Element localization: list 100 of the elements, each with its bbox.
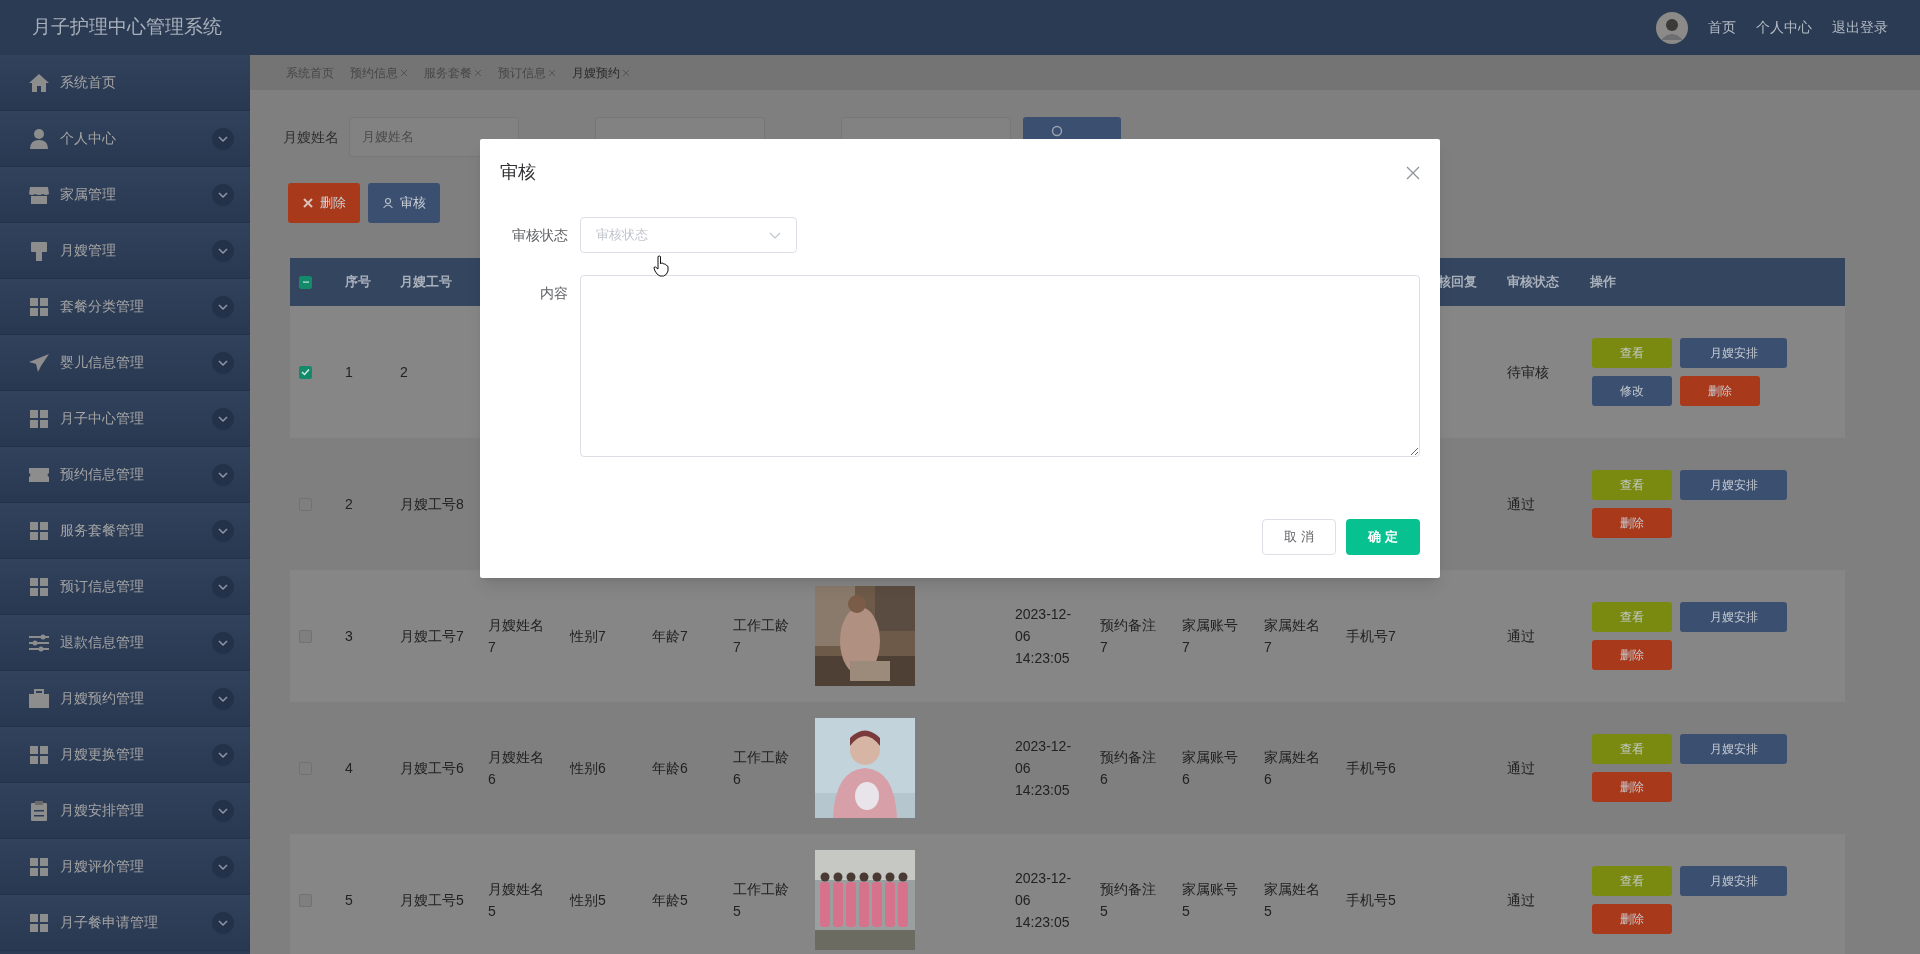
sidebar-item[interactable]: 预约信息管理	[0, 447, 250, 503]
nav-link[interactable]: 退出登录	[1832, 17, 1888, 38]
arrange-button[interactable]: 月嫂安排	[1680, 734, 1787, 764]
sidebar-item[interactable]: 月嫂预约管理	[0, 671, 250, 727]
table-cell-text: 预约备注5	[1099, 880, 1157, 921]
table-cell-text: 2023-12-06 14:23:05	[1014, 737, 1073, 800]
table-cell-text: 通过	[1506, 495, 1536, 514]
grid-icon	[28, 855, 50, 878]
sidebar-item[interactable]: 退款信息管理	[0, 615, 250, 671]
sidebar-item[interactable]: 月嫂管理	[0, 223, 250, 279]
table-cell-text: 预约备注6	[1099, 748, 1157, 789]
table-cell-text: 2	[344, 495, 354, 514]
table-cell-text: 家属账号6	[1181, 748, 1239, 789]
delete-button[interactable]: 删除	[1592, 508, 1672, 538]
column-header: 审核状态	[1506, 273, 1560, 292]
table-cell-text: 家属姓名7	[1263, 616, 1321, 657]
view-button[interactable]: 查看	[1592, 470, 1672, 500]
sidebar-item[interactable]: 月嫂安排管理	[0, 783, 250, 839]
table-cell-text: 性别7	[568, 627, 607, 646]
table-cell-text: 家属账号7	[1181, 616, 1239, 657]
delete-button[interactable]: 删除	[1592, 772, 1672, 802]
checkbox[interactable]	[299, 275, 312, 289]
table-row[interactable]: 5 月嫂工号5 月嫂姓名5 性别5 年龄5 工作工龄5 2023-12-06 14:23:05 预约备注5 家属账号5 家属姓名5 手机号5 通过 查看 月嫂安排 删除	[290, 834, 1845, 954]
table-cell-text: 工作工龄7	[732, 616, 790, 657]
arrange-button[interactable]: 月嫂安排	[1680, 602, 1787, 632]
sidebar-item[interactable]: 预订信息管理	[0, 559, 250, 615]
arrange-button[interactable]: 月嫂安排	[1680, 866, 1787, 896]
nav-link[interactable]: 个人中心	[1756, 17, 1812, 38]
sidebar-item[interactable]: 婴儿信息管理	[0, 335, 250, 391]
grid-icon	[28, 743, 50, 766]
table-cell-text: 家属姓名5	[1263, 880, 1321, 921]
table-cell-text: 工作工龄6	[732, 748, 790, 789]
table-cell-text: 年龄5	[651, 891, 689, 910]
sidebar-item[interactable]: 系统首页	[0, 55, 250, 111]
table-cell-text: 工作工龄5	[732, 880, 790, 921]
nav-link[interactable]: 首页	[1708, 17, 1736, 38]
view-button[interactable]: 查看	[1592, 338, 1672, 368]
table-cell-text: 3	[344, 627, 354, 646]
table-cell-text: 通过	[1506, 891, 1536, 910]
field-label: 内容	[539, 284, 569, 303]
dialog-title: 审核	[500, 161, 536, 184]
close-icon	[302, 197, 314, 209]
clipboard-icon	[28, 799, 50, 822]
delete-button[interactable]: 删除	[288, 183, 360, 223]
home-icon	[28, 71, 50, 94]
table-cell-text: 性别6	[568, 759, 607, 778]
confirm-button[interactable]: 确 定	[1346, 519, 1420, 555]
person-icon	[382, 197, 394, 209]
sidebar-item[interactable]: 月嫂更换管理	[0, 727, 250, 783]
search-icon	[1050, 125, 1064, 138]
table-cell-text: 月嫂姓名5	[487, 880, 545, 921]
paper-plane-icon	[28, 351, 50, 374]
column-header: 操作	[1589, 273, 1617, 292]
sidebar-item[interactable]: 家属管理	[0, 167, 250, 223]
sidebar-item[interactable]: 套餐分类管理	[0, 279, 250, 335]
hand-cursor-icon	[653, 255, 669, 277]
table-row[interactable]: 3 月嫂工号7 月嫂姓名7 性别7 年龄7 工作工龄7 2023-12-06 14:23:05 预约备注7 家属账号7 家属姓名7 手机号7 通过 查看 月嫂安排 删除	[290, 570, 1845, 702]
filter-label: 月嫂姓名	[283, 127, 339, 147]
avatar[interactable]	[1656, 11, 1688, 44]
arrange-button[interactable]: 月嫂安排	[1680, 470, 1787, 500]
table-cell-text: 月嫂姓名6	[487, 748, 545, 789]
table-cell-text: 4	[344, 759, 354, 778]
table-cell-text: 1	[344, 363, 354, 382]
table-cell-text: 2	[399, 363, 409, 382]
view-button[interactable]: 查看	[1592, 602, 1672, 632]
arrange-button[interactable]: 月嫂安排	[1680, 338, 1787, 368]
table-cell-text: 月嫂姓名7	[487, 616, 545, 657]
table-cell-text: 性别5	[568, 891, 607, 910]
sidebar-item[interactable]: 服务套餐管理	[0, 503, 250, 559]
close-icon	[1406, 165, 1420, 180]
checkbox[interactable]	[299, 365, 312, 379]
field-label: 审核状态	[511, 226, 569, 245]
delete-button[interactable]: 删除	[1680, 376, 1760, 406]
sidebar-item[interactable]: 月子餐申请管理	[0, 895, 250, 951]
close-button[interactable]	[1406, 165, 1420, 180]
review-button[interactable]: 审核	[368, 183, 440, 223]
sidebar-item[interactable]: 个人中心	[0, 111, 250, 167]
person-icon	[28, 127, 50, 150]
view-button[interactable]: 查看	[1592, 866, 1672, 896]
grid-icon	[28, 911, 50, 934]
column-header: 月嫂工号	[399, 273, 453, 292]
edit-button[interactable]: 修改	[1592, 376, 1672, 406]
chevron-down-icon	[769, 231, 781, 239]
tab[interactable]: 月嫂预约	[572, 63, 630, 82]
view-button[interactable]: 查看	[1592, 734, 1672, 764]
table-cell-text: 5	[344, 891, 354, 910]
grid-icon	[28, 295, 50, 318]
grid-icon	[28, 407, 50, 430]
sidebar-item[interactable]: 月嫂评价管理	[0, 839, 250, 895]
table-cell-text: 月嫂工号6	[399, 759, 465, 778]
briefcase-icon	[28, 687, 50, 710]
table-cell-text: 年龄6	[651, 759, 689, 778]
table-cell-text: 2023-12-06 14:23:05	[1014, 605, 1073, 668]
delete-button[interactable]: 删除	[1592, 640, 1672, 670]
delete-button[interactable]: 删除	[1592, 904, 1672, 934]
cancel-button[interactable]: 取 消	[1262, 519, 1336, 555]
sidebar-item[interactable]: 月子中心管理	[0, 391, 250, 447]
table-cell-text: 2023-12-06 14:23:05	[1014, 869, 1073, 932]
grid-icon	[28, 519, 50, 542]
table-cell-text: 手机号5	[1345, 891, 1397, 910]
